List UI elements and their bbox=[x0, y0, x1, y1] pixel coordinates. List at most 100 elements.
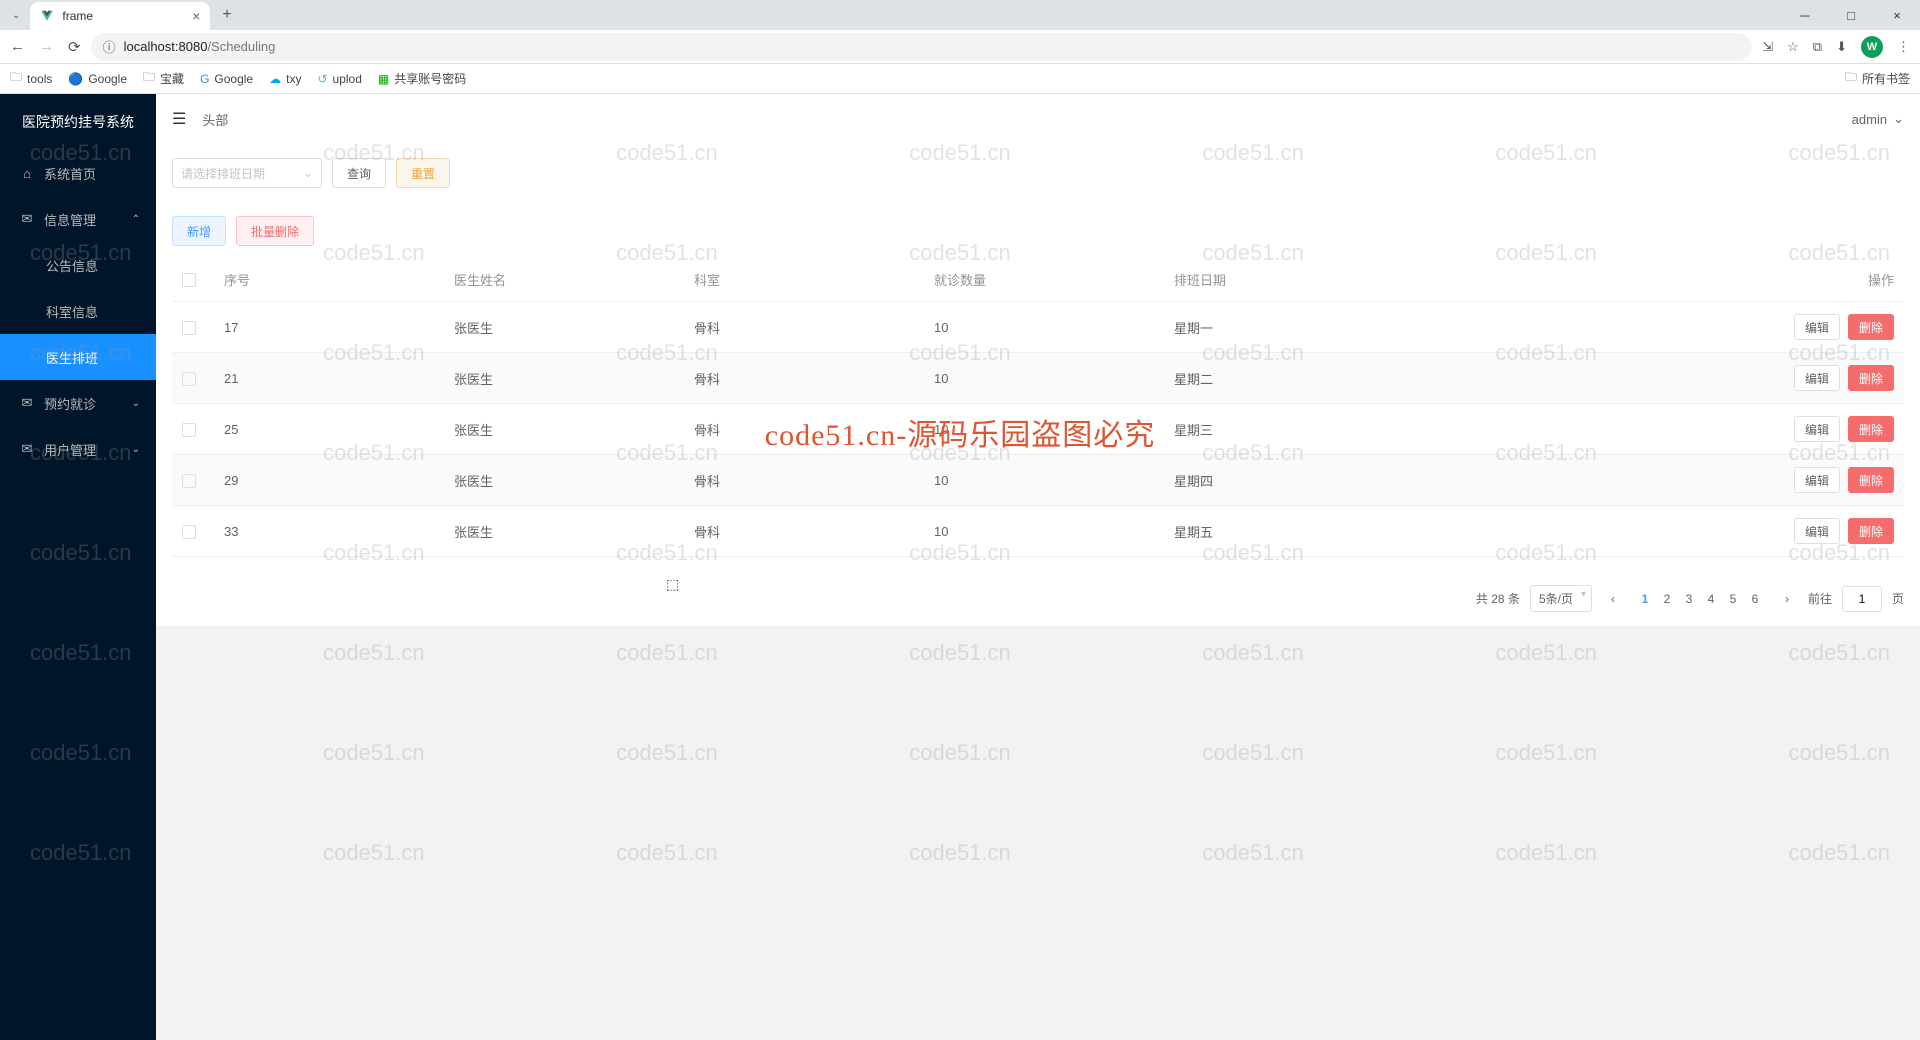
folder-icon: 🗀 bbox=[1845, 68, 1857, 89]
sidebar: 医院预约挂号系统 ⌂系统首页 ✉信息管理⌃ 公告信息 科室信息 医生排班 ✉预约… bbox=[0, 94, 156, 1040]
hamburger-icon[interactable]: ☰ bbox=[172, 109, 186, 129]
reload-button[interactable]: ⟳ bbox=[68, 38, 81, 56]
edit-button[interactable]: 编辑 bbox=[1794, 518, 1840, 544]
batch-delete-button[interactable]: 批量删除 bbox=[236, 216, 314, 246]
mail-icon: ✉ bbox=[20, 211, 34, 227]
goto-input[interactable] bbox=[1842, 586, 1882, 612]
cell-count: 10 bbox=[924, 455, 1164, 506]
sidebar-item-schedule[interactable]: 医生排班 bbox=[0, 334, 156, 380]
chevron-down-icon: ⌄ bbox=[132, 444, 140, 455]
page-1[interactable]: 1 bbox=[1634, 586, 1656, 612]
row-checkbox[interactable] bbox=[182, 423, 196, 437]
chevron-up-icon: ⌃ bbox=[132, 214, 140, 225]
forward-button[interactable]: → bbox=[39, 38, 54, 55]
site-info-icon[interactable]: ⓘ bbox=[103, 37, 116, 56]
vue-icon bbox=[40, 9, 54, 23]
folder-icon: 🗀 bbox=[143, 68, 155, 89]
sidebar-item-users[interactable]: ✉用户管理⌄ bbox=[0, 426, 156, 472]
downloads-icon[interactable]: ⬇ bbox=[1836, 39, 1847, 55]
row-checkbox[interactable] bbox=[182, 321, 196, 335]
cell-dept: 骨科 bbox=[684, 506, 924, 557]
url-input[interactable]: ⓘ localhost:8080/Scheduling bbox=[91, 33, 1753, 61]
browser-tab-active[interactable]: frame × bbox=[30, 2, 210, 30]
bookmark-google1[interactable]: 🔵Google bbox=[68, 72, 127, 86]
row-checkbox[interactable] bbox=[182, 372, 196, 386]
bookmark-txy[interactable]: ☁txy bbox=[269, 72, 301, 86]
cloud-icon: ☁ bbox=[269, 72, 281, 86]
row-checkbox[interactable] bbox=[182, 525, 196, 539]
search-button[interactable]: 查询 bbox=[332, 158, 386, 188]
table-row: 21 张医生 骨科 10 星期二 编辑删除 bbox=[172, 353, 1904, 404]
prev-page[interactable]: ‹ bbox=[1602, 586, 1624, 612]
page-4[interactable]: 4 bbox=[1700, 586, 1722, 612]
install-app-icon[interactable]: ⇲ bbox=[1762, 39, 1773, 55]
kebab-menu-icon[interactable]: ⋮ bbox=[1897, 39, 1910, 55]
bookmark-uplod[interactable]: ↺uplod bbox=[317, 72, 361, 86]
date-picker[interactable]: 请选择排班日期 ⌄ bbox=[172, 158, 322, 188]
total-count: 共 28 条 bbox=[1476, 590, 1520, 607]
app-title: 医院预约挂号系统 bbox=[0, 94, 156, 150]
col-day: 排班日期 bbox=[1164, 258, 1744, 302]
sidebar-item-home[interactable]: ⌂系统首页 bbox=[0, 150, 156, 196]
page-3[interactable]: 3 bbox=[1678, 586, 1700, 612]
url-host: localhost:8080 bbox=[124, 39, 208, 54]
delete-button[interactable]: 删除 bbox=[1848, 365, 1894, 391]
bookmark-baozang[interactable]: 🗀宝藏 bbox=[143, 68, 184, 89]
row-checkbox[interactable] bbox=[182, 474, 196, 488]
sidebar-item-info[interactable]: ✉信息管理⌃ bbox=[0, 196, 156, 242]
select-all-checkbox[interactable] bbox=[182, 273, 196, 287]
tab-history-chevron[interactable]: ⌄ bbox=[8, 10, 24, 21]
cell-day: 星期二 bbox=[1164, 353, 1744, 404]
col-dept: 科室 bbox=[684, 258, 924, 302]
date-placeholder: 请选择排班日期 bbox=[181, 165, 265, 182]
new-tab-button[interactable]: + bbox=[214, 6, 239, 24]
edit-button[interactable]: 编辑 bbox=[1794, 467, 1840, 493]
edit-button[interactable]: 编辑 bbox=[1794, 314, 1840, 340]
google-g-icon: G bbox=[200, 72, 209, 86]
home-icon: ⌂ bbox=[20, 166, 34, 181]
extensions-icon[interactable]: ⧉ bbox=[1813, 39, 1822, 55]
col-doctor: 医生姓名 bbox=[444, 258, 684, 302]
users-icon: ✉ bbox=[20, 441, 34, 457]
bookmark-google2[interactable]: GGoogle bbox=[200, 72, 253, 86]
delete-button[interactable]: 删除 bbox=[1848, 467, 1894, 493]
minimize-button[interactable]: ─ bbox=[1782, 0, 1828, 30]
bookmark-share[interactable]: ▦共享账号密码 bbox=[378, 70, 466, 87]
cell-day: 星期一 bbox=[1164, 302, 1744, 353]
user-dropdown[interactable]: admin ⌄ bbox=[1852, 111, 1904, 127]
topbar: ☰ 头部 admin ⌄ bbox=[156, 94, 1920, 144]
cell-seq: 21 bbox=[214, 353, 444, 404]
profile-avatar[interactable]: W bbox=[1861, 36, 1883, 58]
maximize-button[interactable]: □ bbox=[1828, 0, 1874, 30]
delete-button[interactable]: 删除 bbox=[1848, 416, 1894, 442]
close-window-button[interactable]: × bbox=[1874, 0, 1920, 30]
delete-button[interactable]: 删除 bbox=[1848, 314, 1894, 340]
page-6[interactable]: 6 bbox=[1744, 586, 1766, 612]
page-size-select[interactable]: 5条/页 bbox=[1530, 585, 1592, 612]
next-page[interactable]: › bbox=[1776, 586, 1798, 612]
cell-dept: 骨科 bbox=[684, 455, 924, 506]
schedule-table: 序号 医生姓名 科室 就诊数量 排班日期 操作 17 张医生 骨科 10 星期一… bbox=[172, 258, 1904, 557]
back-button[interactable]: ← bbox=[10, 38, 25, 55]
close-icon[interactable]: × bbox=[192, 8, 200, 24]
page-2[interactable]: 2 bbox=[1656, 586, 1678, 612]
chevron-down-icon: ⌄ bbox=[1893, 111, 1904, 127]
table-row: 33 张医生 骨科 10 星期五 编辑删除 bbox=[172, 506, 1904, 557]
cell-count: 10 bbox=[924, 353, 1164, 404]
col-count: 就诊数量 bbox=[924, 258, 1164, 302]
edit-button[interactable]: 编辑 bbox=[1794, 416, 1840, 442]
all-bookmarks[interactable]: 🗀所有书签 bbox=[1845, 68, 1910, 89]
sidebar-item-dept[interactable]: 科室信息 bbox=[0, 288, 156, 334]
delete-button[interactable]: 删除 bbox=[1848, 518, 1894, 544]
edit-button[interactable]: 编辑 bbox=[1794, 365, 1840, 391]
reset-button[interactable]: 重置 bbox=[396, 158, 450, 188]
cell-day: 星期三 bbox=[1164, 404, 1744, 455]
add-button[interactable]: 新增 bbox=[172, 216, 226, 246]
sidebar-item-appointment[interactable]: ✉预约就诊⌄ bbox=[0, 380, 156, 426]
bookmark-tools[interactable]: 🗀tools bbox=[10, 68, 52, 89]
cell-seq: 29 bbox=[214, 455, 444, 506]
sidebar-item-notice[interactable]: 公告信息 bbox=[0, 242, 156, 288]
bookmarks-bar: 🗀tools 🔵Google 🗀宝藏 GGoogle ☁txy ↺uplod ▦… bbox=[0, 64, 1920, 94]
page-5[interactable]: 5 bbox=[1722, 586, 1744, 612]
bookmark-icon[interactable]: ☆ bbox=[1787, 39, 1799, 55]
